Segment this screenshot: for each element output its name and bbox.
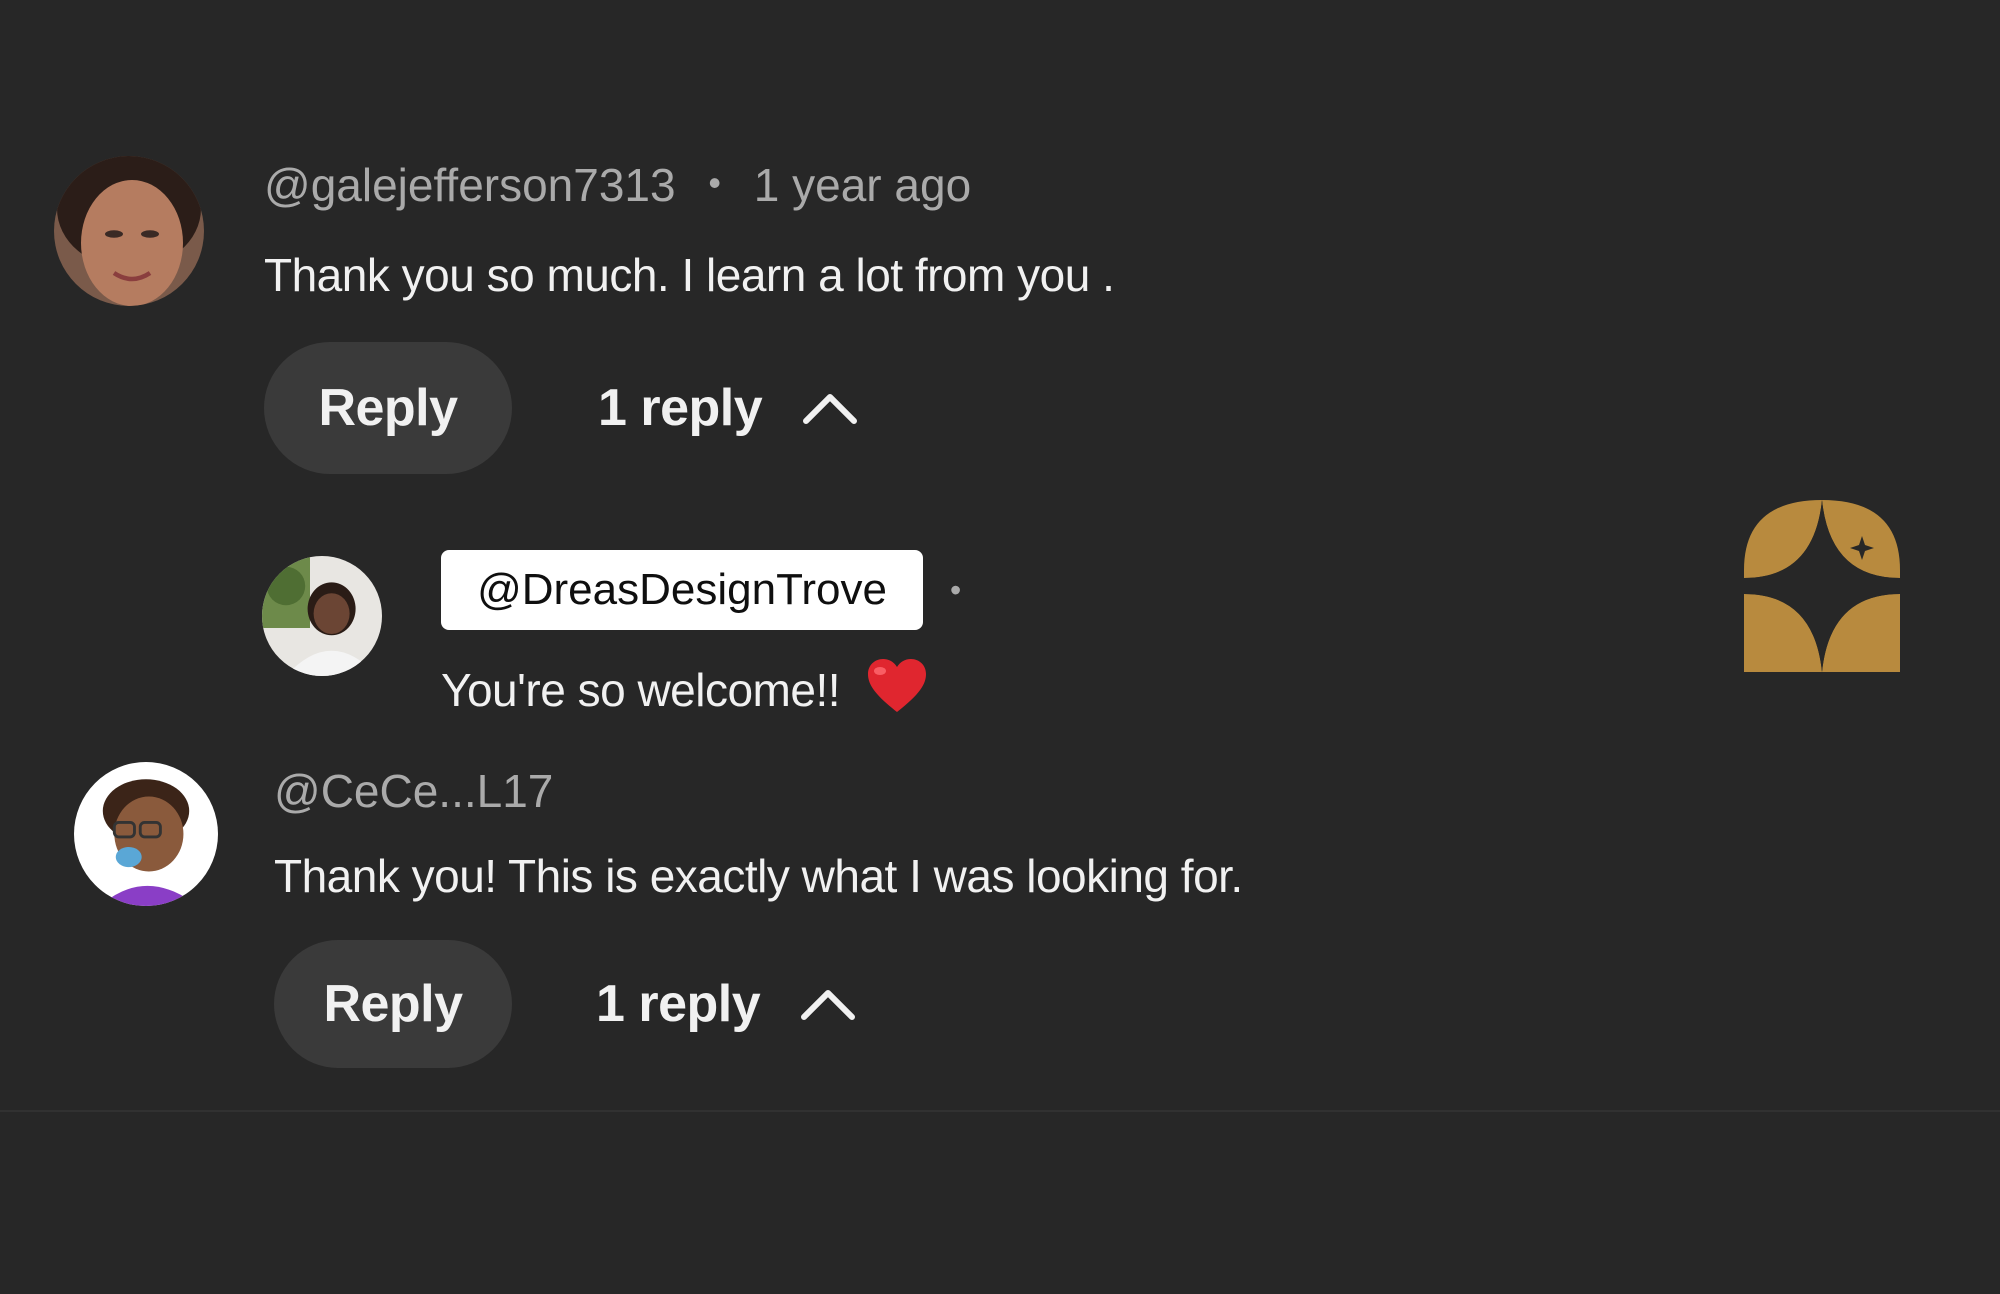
chevron-up-icon [801, 990, 856, 1020]
reply-text: You're so welcome!! [441, 664, 841, 716]
replies-count: 1 reply [598, 379, 763, 437]
reply-text-row: You're so welcome!! [441, 658, 928, 714]
comment-author[interactable]: @galejefferson7313 [264, 159, 676, 211]
avatar[interactable] [54, 156, 204, 306]
replies-toggle[interactable]: 1 reply [598, 378, 858, 438]
divider [0, 1110, 2000, 1112]
comment-timestamp[interactable]: 1 year ago [754, 159, 971, 211]
reply-meta-separator: • [950, 572, 962, 608]
avatar[interactable] [74, 762, 218, 906]
replies-toggle[interactable]: 1 reply [596, 974, 856, 1034]
chevron-up-icon [803, 394, 858, 424]
reply-button[interactable]: Reply [274, 940, 512, 1068]
sparkle-badge-icon[interactable] [1744, 500, 1900, 672]
comment-meta: @galejefferson7313 • 1 year ago [264, 162, 971, 208]
creator-author-badge[interactable]: @DreasDesignTrove [441, 550, 923, 630]
avatar[interactable] [262, 556, 382, 676]
replies-count: 1 reply [596, 975, 761, 1033]
reply-button[interactable]: Reply [264, 342, 512, 474]
comment-text: Thank you so much. I learn a lot from yo… [264, 249, 1115, 301]
meta-separator: • [708, 162, 721, 203]
heart-emoji-icon [866, 658, 928, 714]
comment-text: Thank you! This is exactly what I was lo… [274, 850, 1243, 902]
comment-author[interactable]: @CeCe...L17 [274, 768, 553, 814]
